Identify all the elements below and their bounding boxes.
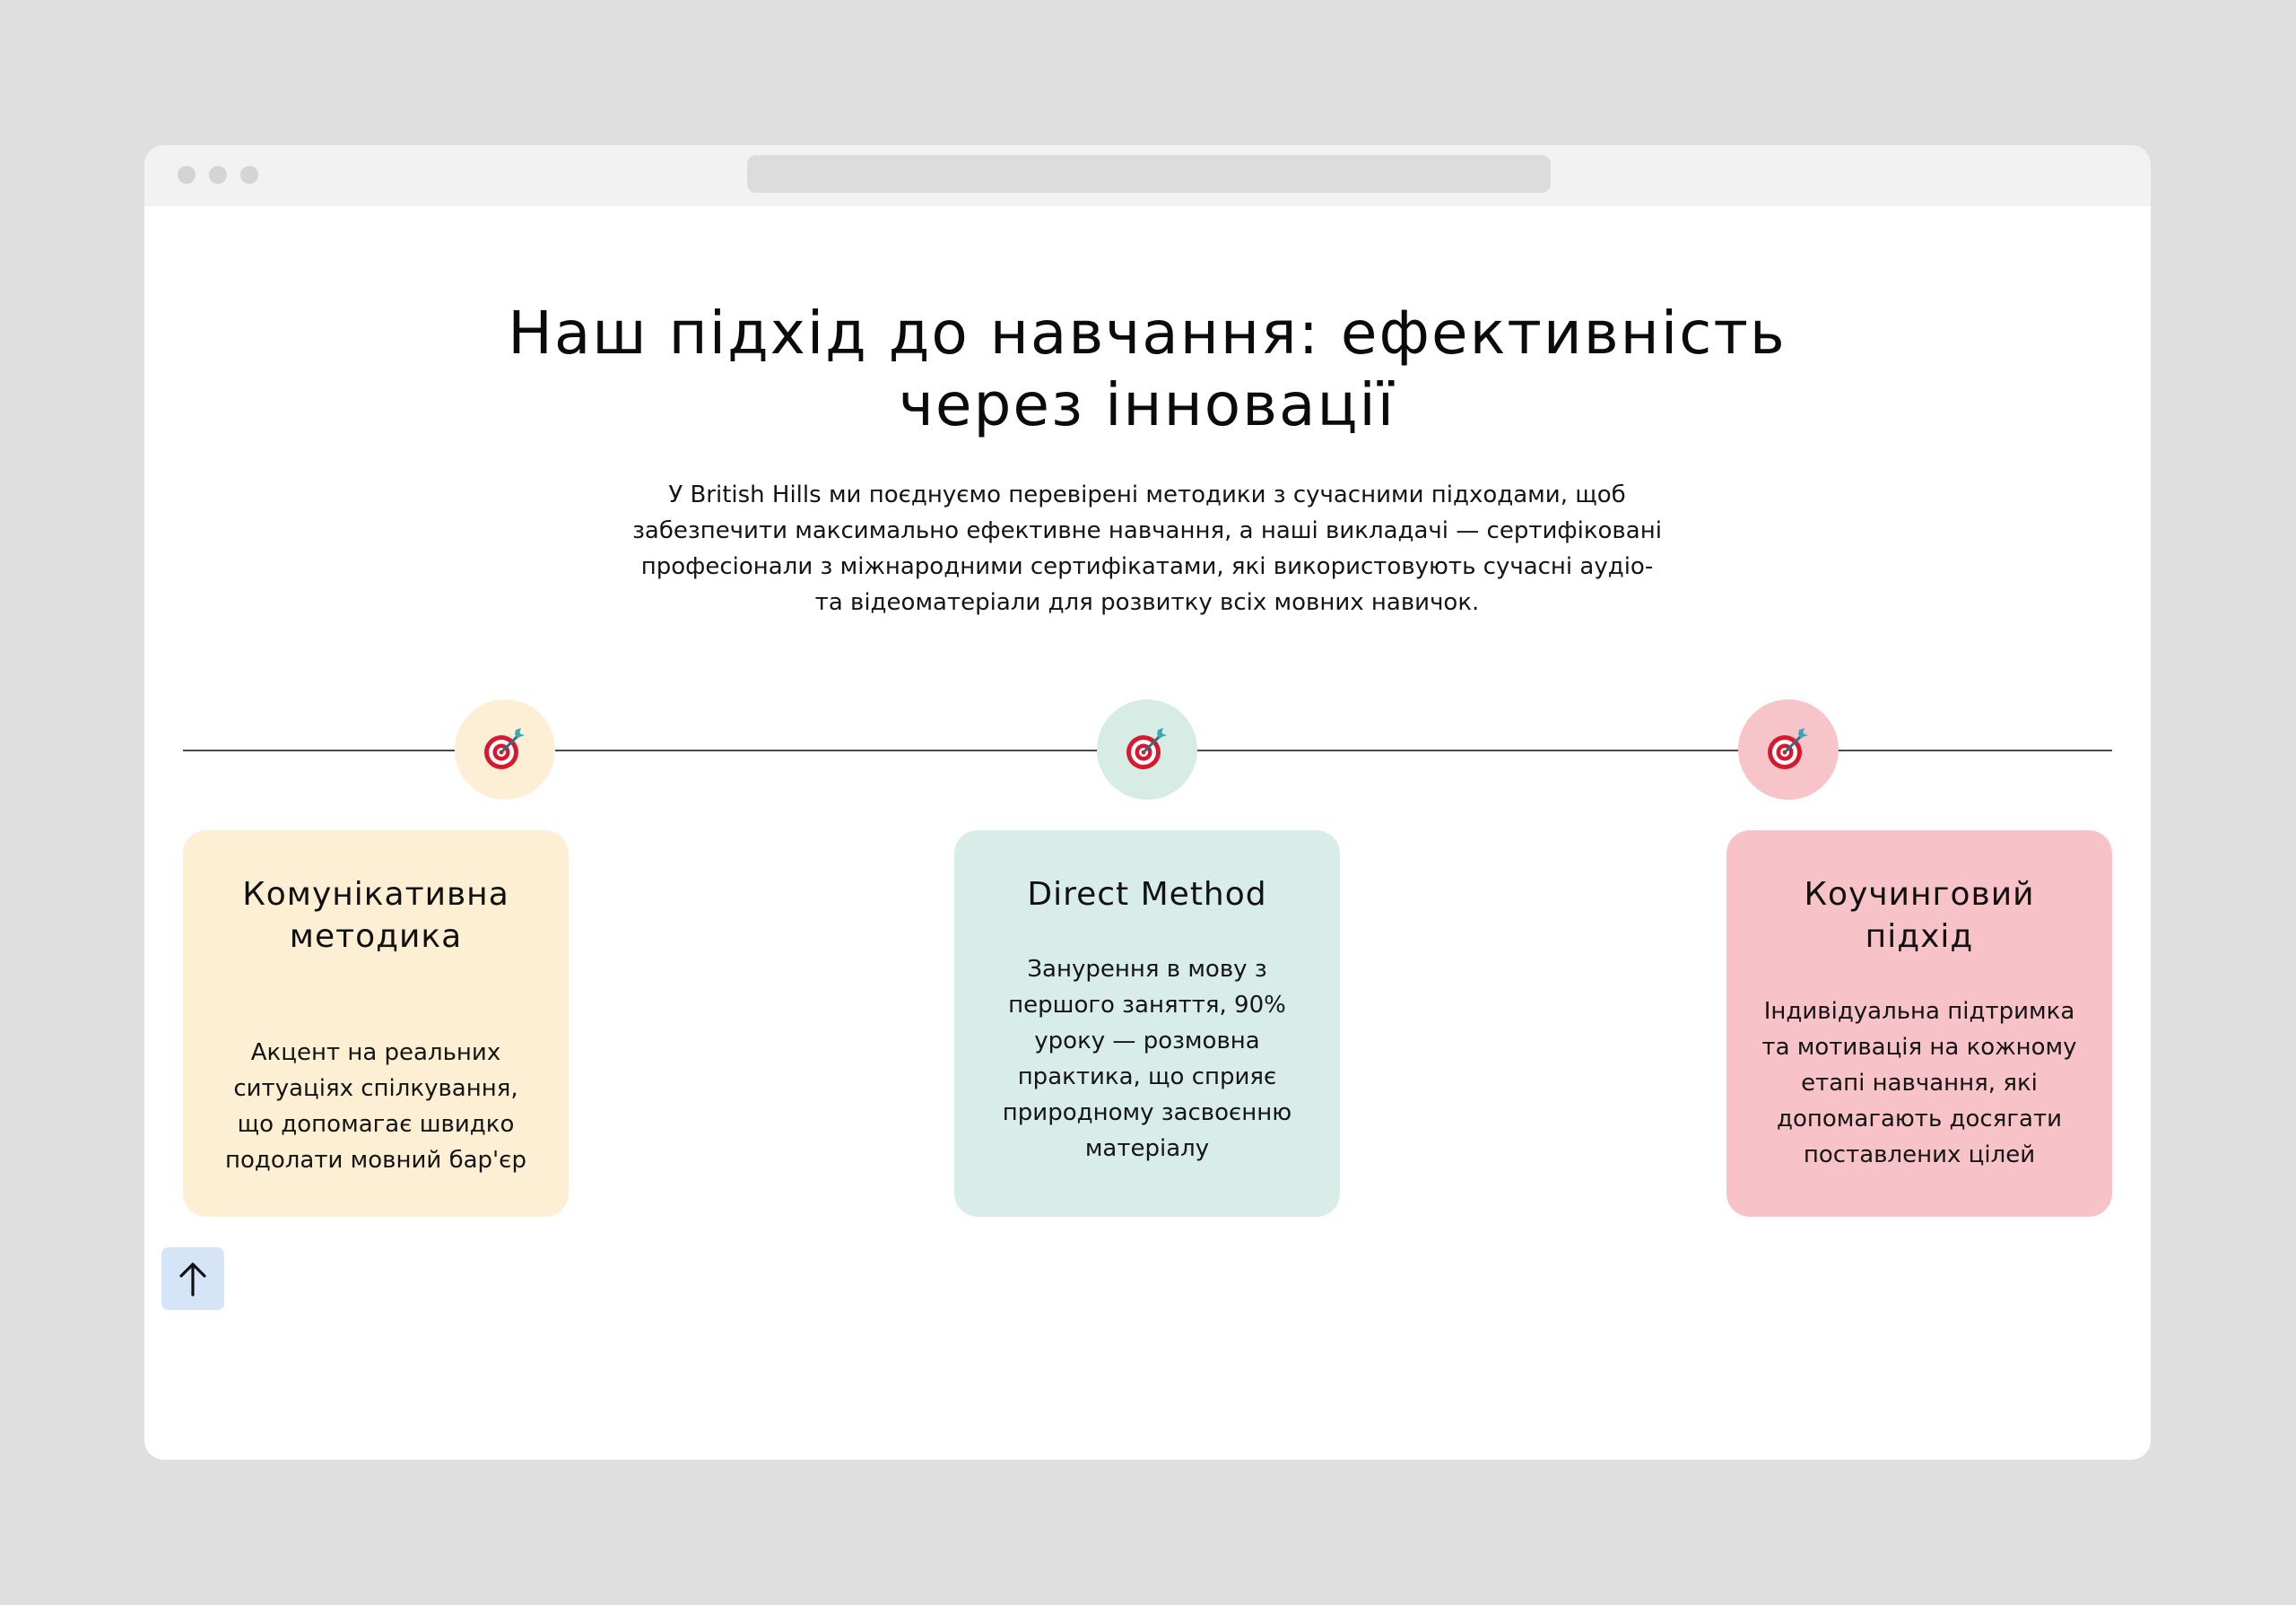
target-icon	[1768, 728, 1808, 769]
arrow-up-icon	[179, 1262, 206, 1297]
timeline-marker-2	[1097, 699, 1197, 800]
browser-window: Наш підхід до навчання: ефективність чер…	[144, 145, 2151, 1460]
timeline-marker-1	[455, 699, 555, 800]
method-card-direct: Direct Method Занурення в мову з першого…	[954, 830, 1340, 1217]
address-bar[interactable]	[747, 155, 1551, 193]
target-icon	[1126, 728, 1167, 769]
window-maximize-dot[interactable]	[240, 166, 258, 184]
card-text: Індивідуальна підтримка та мотивація на …	[1761, 998, 2077, 1168]
section-description: У British Hills ми поєднуємо перевірені …	[632, 482, 1662, 616]
card-title: Комунікативна методика	[242, 876, 509, 955]
card-text: Занурення в мову з першого заняття, 90% …	[1002, 956, 1292, 1162]
browser-toolbar	[144, 145, 2151, 206]
scroll-to-top-button[interactable]	[161, 1247, 224, 1310]
window-minimize-dot[interactable]	[209, 166, 227, 184]
approach-section: Наш підхід до навчання: ефективність чер…	[144, 206, 2151, 1460]
window-close-dot[interactable]	[178, 166, 196, 184]
card-text: Акцент на реальних ситуаціях спілкування…	[225, 1039, 526, 1174]
section-title: Наш підхід до навчання: ефективність чер…	[508, 299, 1787, 439]
card-title: Коучинговий підхід	[1804, 876, 2035, 955]
target-icon	[484, 728, 525, 769]
method-card-communicative: Комунікативна методика Акцент на реальни…	[183, 830, 569, 1217]
timeline-marker-3	[1738, 699, 1839, 800]
method-card-coaching: Коучинговий підхід Індивідуальна підтрим…	[1726, 830, 2112, 1217]
card-title: Direct Method	[1027, 876, 1267, 913]
